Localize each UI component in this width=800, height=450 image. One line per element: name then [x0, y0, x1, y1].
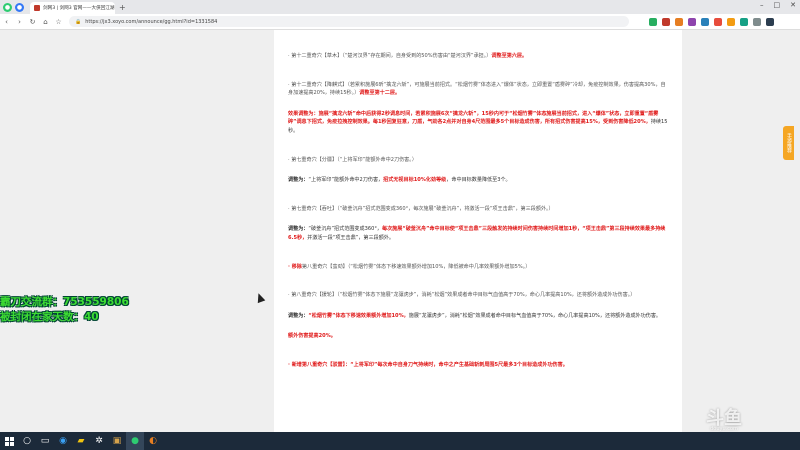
- task-view-icon[interactable]: ▭: [36, 432, 54, 450]
- highlight-text: 调整至第六层。: [491, 53, 528, 59]
- app-icon[interactable]: ◐: [144, 432, 162, 450]
- window-controls: – □ ✕: [760, 1, 796, 9]
- extension-icon[interactable]: [675, 17, 683, 26]
- stream-overlay-group: 霸刀交流群：753559806: [0, 296, 129, 308]
- browser-tab[interactable]: 剑网3 | 剑网3 官网——大侠回江湖 ✕: [30, 2, 115, 14]
- search-icon[interactable]: ○: [18, 432, 36, 450]
- lock-icon: 🔒: [75, 18, 82, 25]
- highlight-text: · 移除: [288, 263, 302, 270]
- change-label: 效果调整为：: [288, 110, 319, 117]
- change-label: 调整为：: [288, 226, 309, 233]
- extension-icon[interactable]: [766, 17, 774, 26]
- article-paragraph: 调整为：“破釜沉舟”招式范围变成360°，每次施展“破釜沉舟”命中目标使“项王击…: [288, 225, 668, 242]
- article-paragraph: 调整为：“松烟竹雾”体态下移速效果额外增加10%，施展“龙骧虎步”，消耗“松烟”…: [288, 312, 668, 321]
- settings-icon[interactable]: ✲: [90, 432, 108, 450]
- url-text: https://jx3.xoyo.com/announce/gg.html?id…: [85, 18, 218, 25]
- paragraph-text: “破釜沉舟”招式范围变成360°，: [308, 226, 382, 233]
- maximize-icon[interactable]: □: [774, 1, 781, 9]
- article-paragraph: 效果调整为：施展“擒龙六斩”命中后获得2秒调息时间，若累积施展6次“擒龙六斩”，…: [288, 110, 668, 136]
- highlight-text: 额外伤害提高20%。: [288, 333, 336, 340]
- tab-title: 剑网3 | 剑网3 官网——大侠回江湖: [43, 6, 115, 11]
- extension-icon[interactable]: ●: [15, 2, 24, 12]
- stream-overlay-days: 被封闭在家天数：40: [0, 311, 99, 323]
- paragraph-text: “上将军印”能额外命中2刀伤害，: [308, 177, 384, 184]
- change-label: 调整为：: [288, 312, 309, 319]
- page-area: · 第十二重奇穴【草木】（“楚河汉界”存在期间，自身受到的50%伤害由“楚河汉界…: [0, 30, 800, 432]
- explorer-icon[interactable]: ▰: [72, 432, 90, 450]
- reload-icon[interactable]: ↻: [26, 18, 39, 26]
- game-app-icon[interactable]: ▣: [108, 432, 126, 450]
- tab-close-icon[interactable]: ✕: [115, 5, 116, 11]
- extension-icon[interactable]: [701, 17, 709, 26]
- article-paragraph: · 第七重奇穴【吞吐】（“破釜沉舟”招式范围变成360°，每次施展“破釜沉舟”，…: [288, 205, 554, 212]
- extension-bar: [649, 17, 774, 26]
- side-float-tab[interactable]: 手游推荐: [783, 126, 794, 160]
- paragraph-text: 第八重奇穴【蛮劲】（“松烟竹雾”体态下移速效果额外增加10%，降低被命中几率效果…: [301, 263, 531, 270]
- highlight-text: 施展“擒龙六斩”命中后获得2秒调息时间，若累积施展6次“擒龙六斩”，15秒内可于…: [288, 110, 659, 126]
- forward-icon[interactable]: ›: [13, 18, 26, 26]
- article-paragraph: · 第十二重奇穴【草木】（“楚河汉界”存在期间，自身受到的50%伤害由“楚河汉界…: [288, 52, 668, 61]
- close-window-icon[interactable]: ✕: [790, 1, 796, 9]
- extension-icon[interactable]: [714, 17, 722, 26]
- highlight-text: “松烟竹雾”体态下移速效果额外增加10%，: [308, 312, 409, 319]
- article-paragraph: · 第十二重奇穴【降麒式】（若累积施展6昕“擒龙六斩”，可施展当前招式。“松烟竹…: [288, 81, 668, 98]
- windows-taskbar: ○ ▭ ◉ ▰ ✲ ▣ ● ◐: [0, 432, 800, 450]
- extension-icon[interactable]: [649, 17, 657, 26]
- browser-logo-icon[interactable]: ●: [3, 2, 12, 12]
- minimize-icon[interactable]: –: [760, 1, 764, 9]
- extension-icon[interactable]: [740, 17, 748, 26]
- extension-icon[interactable]: [753, 17, 761, 26]
- tab-favicon-icon: [34, 5, 40, 11]
- address-bar-row: ‹ › ↻ ⌂ ☆ 🔒 https://jx3.xoyo.com/announc…: [0, 14, 800, 30]
- douyu-watermark: 斗鱼 douyu.com: [706, 404, 742, 432]
- article-paragraph: · 第八重奇穴【援轮】（“松烟竹雾”体态下施展“龙骧虎步”，消耗“松烟”效果成者…: [288, 292, 636, 299]
- bookmark-icon[interactable]: ☆: [52, 18, 65, 26]
- paragraph-text: · 第十二重奇穴【草木】（“楚河汉界”存在期间，自身受到的50%伤害由“楚河汉界…: [288, 53, 492, 59]
- announcement-article: · 第十二重奇穴【草木】（“楚河汉界”存在期间，自身受到的50%伤害由“楚河汉界…: [274, 30, 682, 432]
- browser-tab-strip: ● ● 剑网3 | 剑网3 官网——大侠回江湖 ✕ + – □ ✕: [0, 0, 800, 14]
- change-label: 调整为：: [288, 177, 309, 184]
- browser-taskbar-icon[interactable]: ●: [126, 432, 144, 450]
- paragraph-text: 并激活一段“项王击鼎”，第三段额外。: [307, 234, 394, 241]
- windows-logo-icon: [4, 436, 14, 446]
- paragraph-text: 施展“龙骧虎步”，消耗“松烟”效果成者命中目标气血值高于70%，命心几率提高10…: [408, 312, 662, 319]
- article-paragraph: · 第七重奇穴【分疆】（“上将军印”能额外命中2刀伤害。）: [288, 156, 417, 163]
- article-paragraph: 额外伤害提高20%。: [288, 332, 668, 341]
- home-icon[interactable]: ⌂: [39, 18, 52, 26]
- start-button[interactable]: [0, 432, 18, 450]
- paragraph-text: · 第十二重奇穴【降麒式】（若累积施展6昕“擒龙六斩”，可施展当前招式。“松烟竹…: [288, 81, 666, 97]
- highlight-text: 招式无视目标10%化劲等级: [383, 177, 447, 184]
- article-paragraph: · 新增第八重奇穴【驳雷】：“上将军印”每次命中自身刀气持续时，命中之产生基础斩…: [288, 361, 668, 370]
- article-paragraph: · 移除第八重奇穴【蛮劲】（“松烟竹雾”体态下移速效果额外增加10%，降低被命中…: [288, 263, 668, 272]
- extension-icon[interactable]: [688, 17, 696, 26]
- url-input[interactable]: 🔒 https://jx3.xoyo.com/announce/gg.html?…: [69, 16, 629, 27]
- highlight-text: 调整至第十二层。: [359, 90, 401, 97]
- highlight-text: · 新增第八重奇穴【驳雷】：“上将军印”每次命中自身刀气持续时，命中之产生基础斩…: [288, 361, 568, 368]
- extension-icon[interactable]: [662, 17, 670, 26]
- paragraph-text: ，命中目标数量降低至3个。: [446, 177, 511, 184]
- back-icon[interactable]: ‹: [0, 18, 13, 26]
- extension-icon[interactable]: [727, 17, 735, 26]
- new-tab-icon[interactable]: +: [119, 3, 126, 12]
- article-paragraph: 调整为：“上将军印”能额外命中2刀伤害，招式无视目标10%化劲等级，命中目标数量…: [288, 176, 668, 185]
- edge-browser-icon[interactable]: ◉: [54, 432, 72, 450]
